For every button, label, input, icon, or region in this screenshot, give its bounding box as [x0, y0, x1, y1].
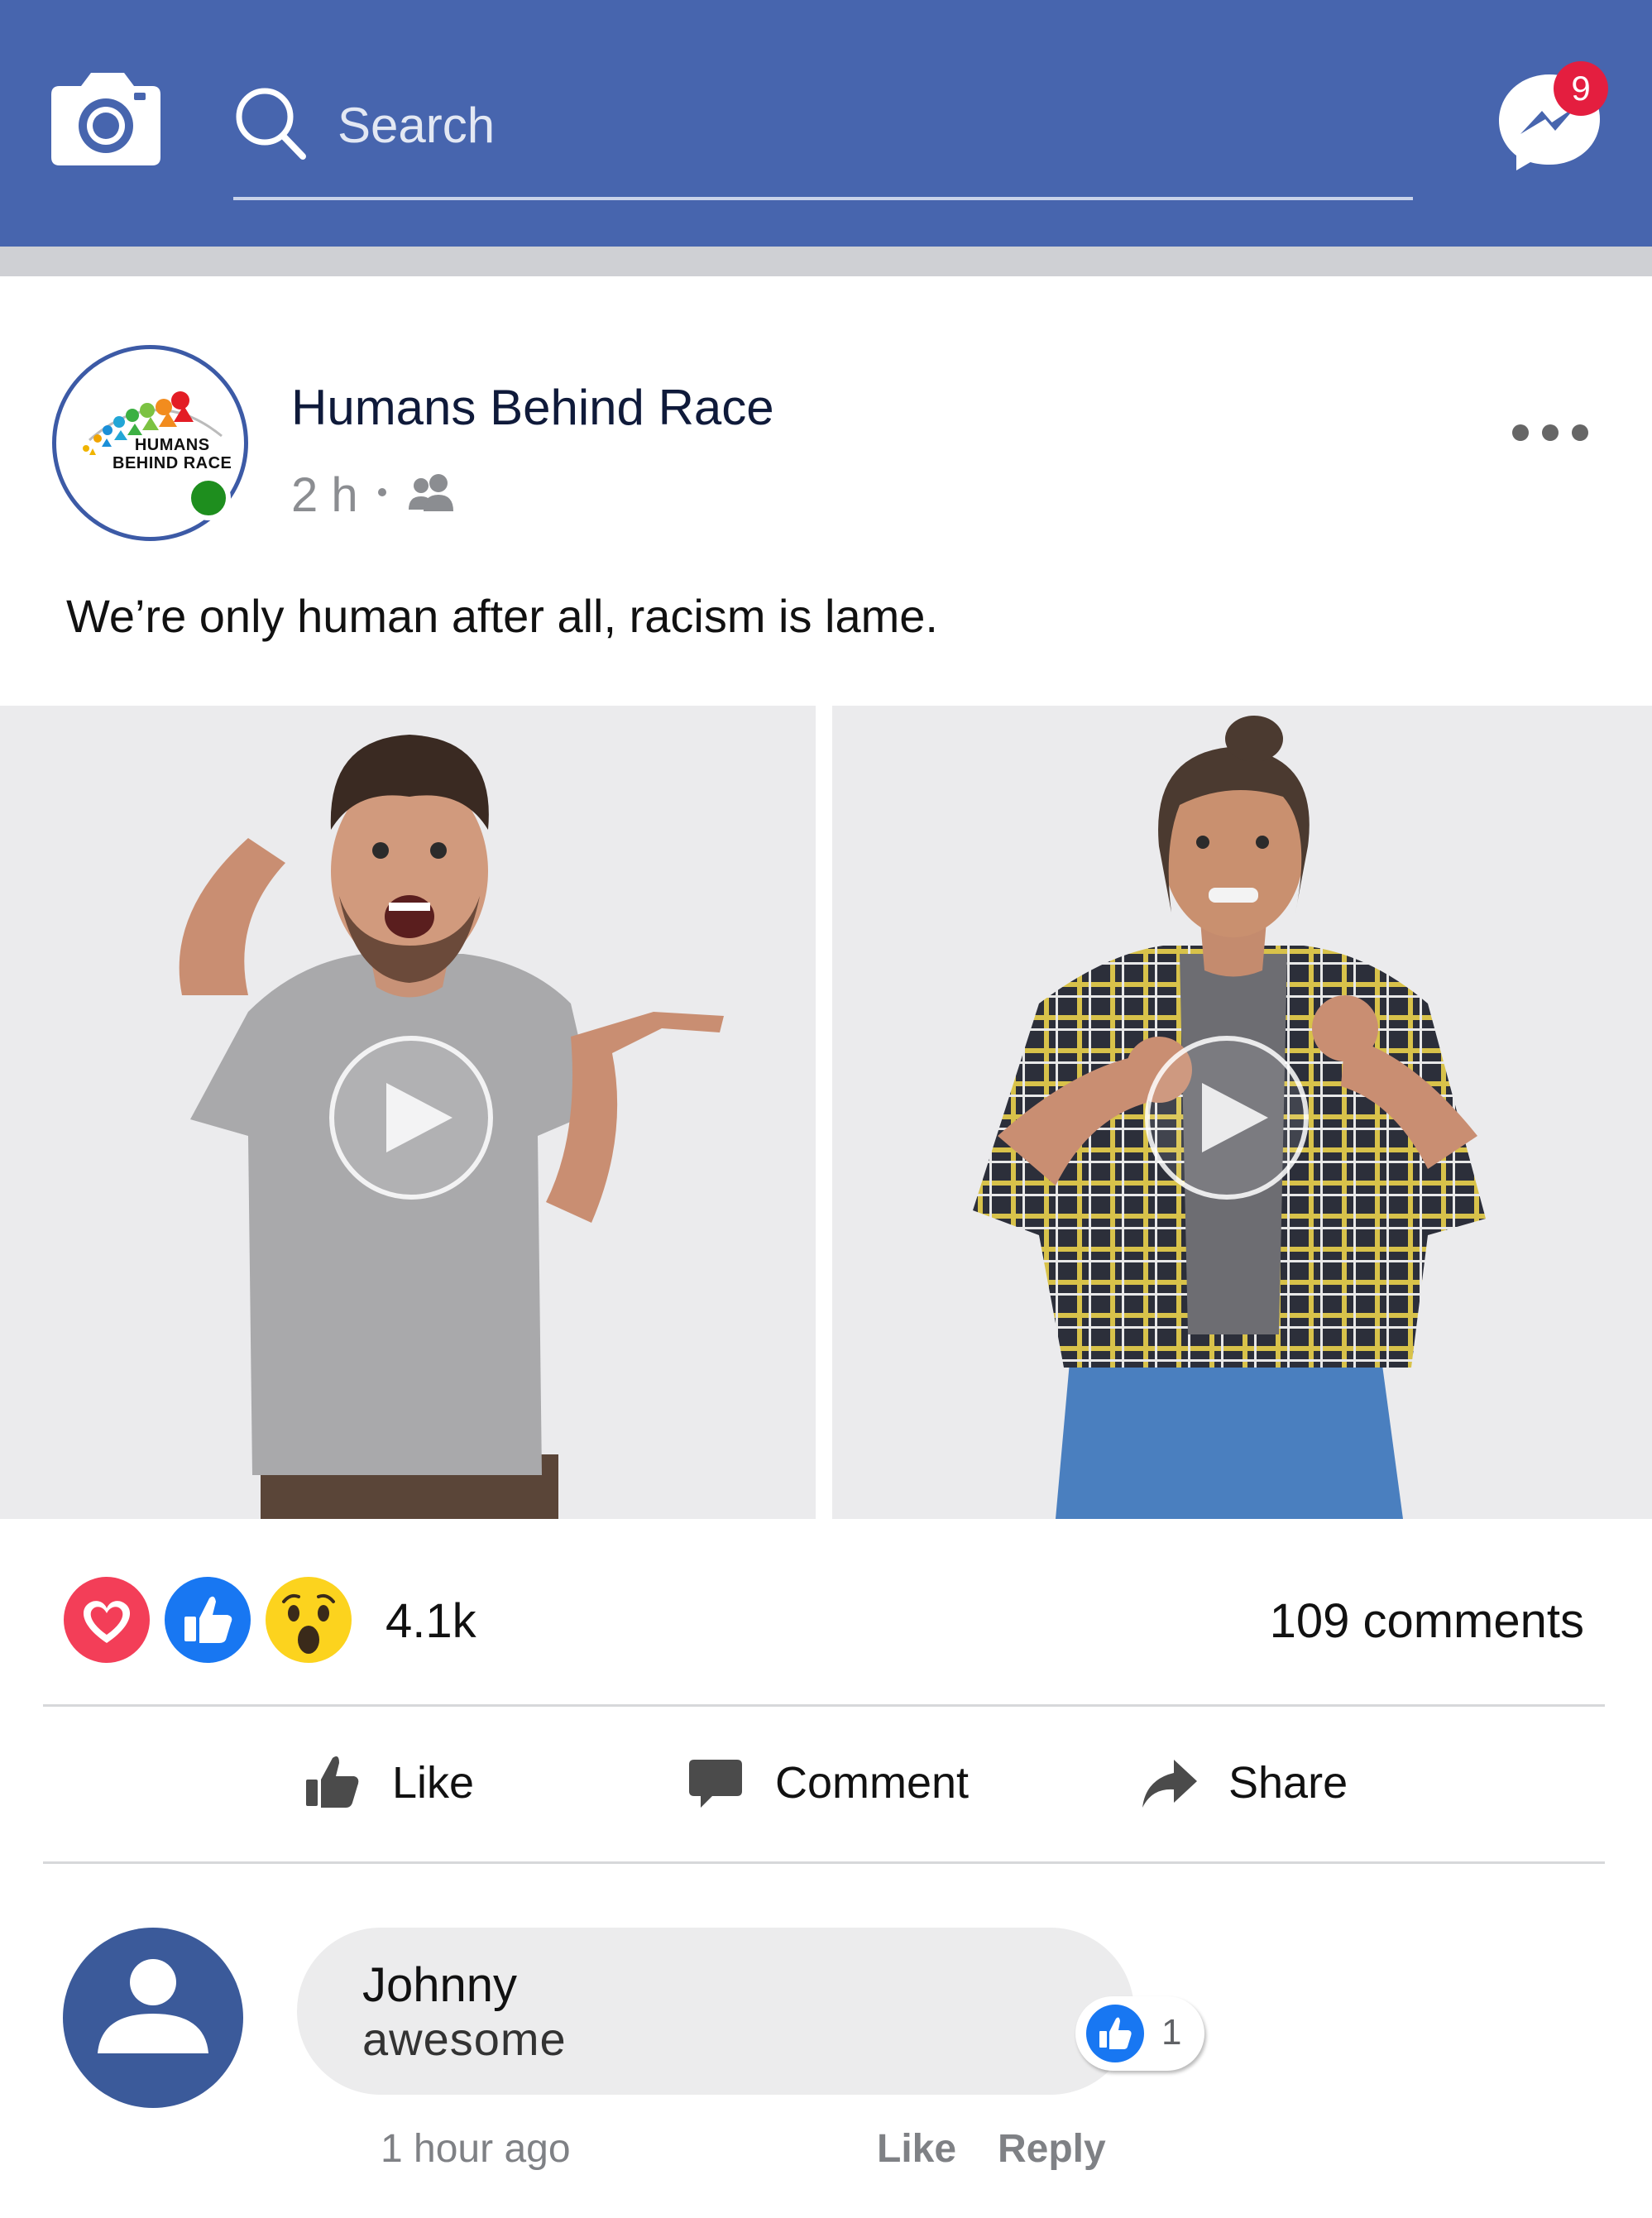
like-label: Like	[392, 1758, 475, 1808]
messenger-badge: 9	[1554, 61, 1608, 116]
share-label: Share	[1228, 1758, 1348, 1808]
like-button[interactable]: Like	[304, 1746, 474, 1820]
like-reaction-icon[interactable]	[163, 1575, 252, 1665]
divider	[43, 1861, 1605, 1864]
video-thumbnail-left[interactable]	[0, 706, 816, 1519]
logo-text: HUMANS BEHIND RACE	[113, 436, 232, 472]
comment-button[interactable]: Comment	[687, 1746, 969, 1820]
search-underline	[233, 197, 1413, 200]
separator-dot	[378, 488, 386, 496]
share-arrow-icon	[1142, 1760, 1197, 1808]
post-time[interactable]: 2 h	[291, 467, 358, 523]
comment-like-count: 1	[1161, 2012, 1182, 2053]
more-options-icon[interactable]	[1511, 422, 1590, 443]
friends-icon[interactable]	[407, 472, 457, 513]
online-status-dot	[186, 476, 231, 520]
post-text: We’re only human after all, racism is la…	[66, 590, 938, 642]
reaction-count[interactable]: 4.1k	[385, 1593, 476, 1649]
comment-author[interactable]: Johnny	[362, 1957, 517, 2013]
camera-icon[interactable]	[48, 68, 164, 167]
search-icon	[236, 88, 306, 160]
user-silhouette-icon	[98, 1959, 208, 2053]
play-icon[interactable]	[1144, 1035, 1310, 1200]
search-bar[interactable]	[233, 79, 1413, 203]
divider	[43, 1704, 1605, 1707]
commenter-avatar[interactable]	[63, 1928, 243, 2108]
page-name[interactable]: Humans Behind Race	[291, 379, 774, 436]
comment-label: Comment	[775, 1758, 970, 1808]
media-divider	[816, 706, 832, 1519]
comment-icon	[689, 1760, 742, 1808]
video-thumbnail-right[interactable]	[832, 706, 1652, 1519]
comments-count[interactable]: 109 comments	[1270, 1593, 1584, 1649]
share-button[interactable]: Share	[1141, 1746, 1348, 1820]
search-input[interactable]	[338, 90, 1330, 160]
wow-reaction-icon[interactable]	[264, 1575, 353, 1665]
thumbs-up-icon	[306, 1756, 359, 1808]
top-bar-divider	[0, 247, 1652, 276]
like-reaction-icon	[1086, 2005, 1144, 2062]
love-reaction-icon[interactable]	[62, 1575, 151, 1665]
comment-time: 1 hour ago	[381, 2127, 571, 2171]
comment-reply-link[interactable]: Reply	[998, 2126, 1106, 2172]
comment-like-link[interactable]: Like	[877, 2126, 956, 2172]
comment-text: awesome	[362, 2013, 567, 2065]
play-icon[interactable]	[328, 1035, 494, 1200]
